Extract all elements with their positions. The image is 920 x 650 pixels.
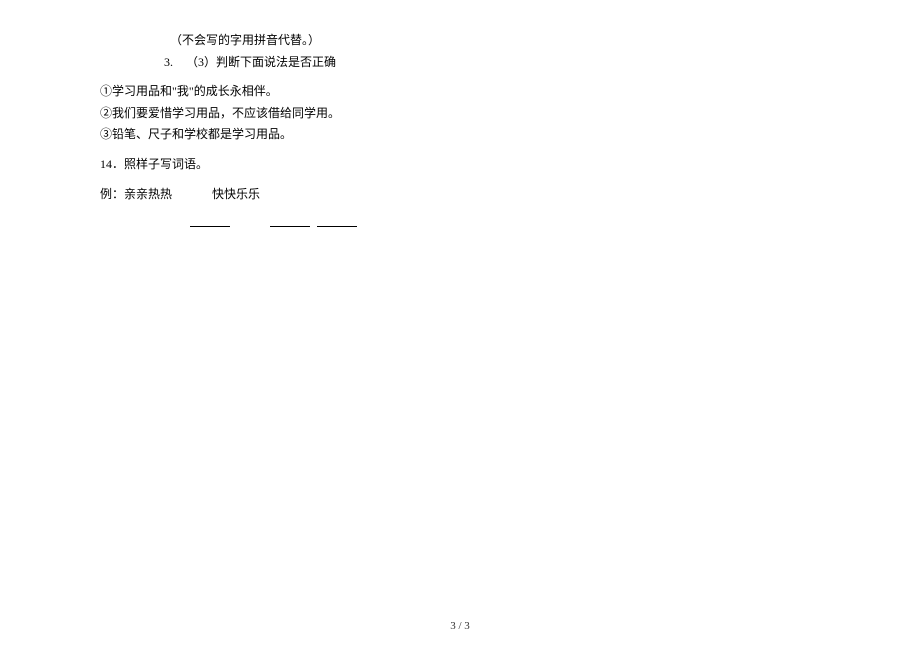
answer-blank[interactable]	[190, 213, 230, 227]
question-14: 14．照样子写词语。	[100, 154, 820, 176]
statement-3: ③铅笔、尺子和学校都是学习用品。	[100, 124, 820, 146]
statement-2: ②我们要爱惜学习用品，不应该借给同学用。	[100, 103, 820, 125]
document-page: （不会写的字用拼音代替。） 3. （3）判断下面说法是否正确 ①学习用品和"我"…	[0, 0, 920, 650]
statement-1: ①学习用品和"我"的成长永相伴。	[100, 81, 820, 103]
page-footer: 3 / 3	[0, 620, 920, 632]
answer-blanks-row	[100, 213, 820, 231]
sub-number: 3.	[155, 52, 173, 74]
answer-blank[interactable]	[317, 213, 357, 227]
answer-blank[interactable]	[270, 213, 310, 227]
statements-block: ①学习用品和"我"的成长永相伴。 ②我们要爱惜学习用品，不应该借给同学用。 ③铅…	[100, 81, 820, 146]
example-word-1: 亲亲热热	[124, 187, 172, 201]
example-line: 例：亲亲热热 快快乐乐	[100, 184, 820, 206]
sub-question-text: （3）判断下面说法是否正确	[186, 55, 336, 69]
pinyin-note-text: （不会写的字用拼音代替。）	[170, 33, 320, 47]
example-prefix: 例：	[100, 187, 124, 201]
sub-question-line: 3. （3）判断下面说法是否正确	[100, 52, 820, 74]
example-word-2: 快快乐乐	[212, 187, 260, 201]
pinyin-note-line: （不会写的字用拼音代替。）	[100, 30, 820, 52]
